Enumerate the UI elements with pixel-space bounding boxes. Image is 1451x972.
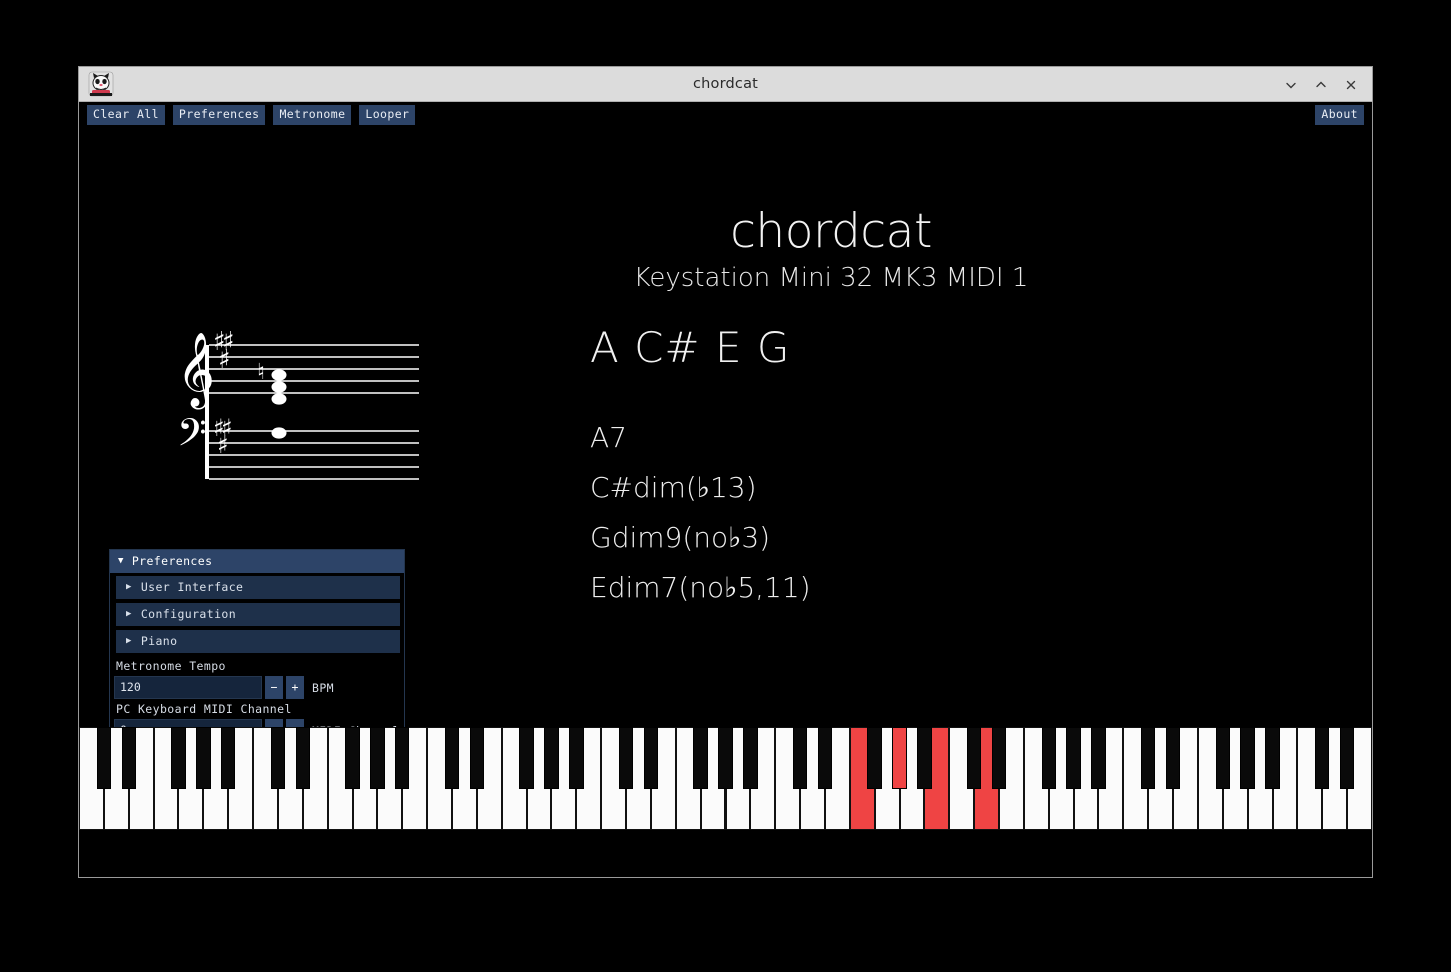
piano-black-key[interactable] bbox=[1141, 727, 1156, 789]
key-signature-bass: ♯ ♯ ♯ bbox=[213, 414, 233, 459]
piano-black-key[interactable] bbox=[1265, 727, 1280, 789]
section-piano[interactable]: ▶ Piano bbox=[116, 630, 400, 653]
chord-name: C#dim(♭13) bbox=[590, 471, 757, 504]
maximize-icon[interactable] bbox=[1306, 67, 1336, 102]
piano-black-key[interactable] bbox=[743, 727, 758, 789]
midi-channel-label: PC Keyboard MIDI Channel bbox=[116, 702, 292, 716]
piano-black-key[interactable] bbox=[96, 727, 112, 789]
looper-button[interactable]: Looper bbox=[359, 104, 416, 126]
piano-black-key[interactable] bbox=[171, 727, 186, 789]
treble-staff-lines bbox=[209, 344, 419, 394]
metronome-tempo-label: Metronome Tempo bbox=[116, 659, 226, 673]
piano-black-key[interactable] bbox=[718, 727, 733, 789]
piano-black-key[interactable] bbox=[991, 727, 1007, 789]
chord-name: Edim7(no♭5,11) bbox=[590, 571, 811, 604]
midi-device-name: Keystation Mini 32 MK3 MIDI 1 bbox=[633, 263, 1029, 293]
chord-name-list: A7 C#dim(♭13) Gdim9(no♭3) Edim7(no♭5,11) bbox=[590, 413, 1090, 613]
section-label: Configuration bbox=[140, 607, 237, 621]
about-button[interactable]: About bbox=[1315, 104, 1364, 126]
piano-black-key[interactable] bbox=[917, 727, 932, 789]
note-head bbox=[271, 369, 287, 381]
close-icon[interactable] bbox=[1336, 67, 1366, 102]
window-title: chordcat bbox=[692, 76, 759, 92]
piano-black-key[interactable] bbox=[1091, 727, 1106, 789]
preferences-button[interactable]: Preferences bbox=[172, 104, 266, 126]
treble-clef-icon: 𝄞 bbox=[177, 333, 215, 410]
metronome-tempo-decrement[interactable]: − bbox=[265, 676, 283, 699]
piano-black-key[interactable] bbox=[817, 727, 833, 789]
piano-black-key[interactable] bbox=[196, 727, 211, 789]
piano-black-key[interactable] bbox=[1215, 727, 1231, 789]
metronome-tempo-row: − + BPM bbox=[114, 676, 400, 699]
piano-black-key[interactable] bbox=[693, 727, 708, 789]
music-staff: 𝄞 𝄢 ♯ ♯ ♯ ♯ ♯ ♯ ♮ bbox=[169, 323, 469, 513]
app-logo-text: chordcat bbox=[730, 204, 932, 259]
section-user-interface[interactable]: ▶ User Interface bbox=[116, 576, 400, 599]
piano-black-key[interactable] bbox=[1041, 727, 1056, 789]
natural-accidental-icon: ♮ bbox=[257, 360, 265, 385]
chevron-right-icon: ▶ bbox=[126, 581, 132, 592]
svg-text:♯: ♯ bbox=[218, 345, 231, 375]
chevron-right-icon: ▶ bbox=[126, 608, 132, 619]
chord-name: Gdim9(no♭3) bbox=[590, 521, 771, 554]
piano-black-key[interactable] bbox=[544, 727, 559, 789]
piano-keyboard[interactable] bbox=[79, 727, 1372, 830]
detected-notes: A C# E G bbox=[590, 323, 791, 372]
piano-black-key[interactable] bbox=[867, 727, 882, 789]
preferences-panel-header[interactable]: ▼ Preferences bbox=[110, 550, 404, 573]
piano-black-key[interactable] bbox=[121, 727, 136, 789]
app-window: chordcat Clear All Preferences Metronome… bbox=[78, 66, 1373, 878]
preferences-panel-title: Preferences bbox=[131, 554, 213, 568]
piano-black-key[interactable] bbox=[220, 727, 236, 789]
piano-black-key[interactable] bbox=[569, 727, 584, 789]
key-signature-treble: ♯ ♯ ♯ bbox=[213, 327, 235, 375]
piano-black-key[interactable] bbox=[345, 727, 360, 789]
piano-black-key[interactable] bbox=[370, 727, 385, 789]
window-controls bbox=[1276, 67, 1366, 102]
metronome-tempo-unit: BPM bbox=[312, 680, 334, 695]
piano-black-key[interactable] bbox=[1066, 727, 1081, 789]
chord-name: A7 bbox=[590, 421, 627, 454]
piano-black-key[interactable] bbox=[1165, 727, 1181, 789]
piano-black-key[interactable] bbox=[966, 727, 982, 789]
chevron-down-icon: ▼ bbox=[118, 555, 124, 566]
clear-all-button[interactable]: Clear All bbox=[87, 104, 165, 126]
piano-black-key[interactable] bbox=[1315, 727, 1330, 789]
bass-clef-icon: 𝄢 bbox=[177, 410, 207, 464]
metronome-button[interactable]: Metronome bbox=[273, 104, 352, 126]
piano-black-key[interactable] bbox=[444, 727, 460, 789]
toolbar: Clear All Preferences Metronome Looper A… bbox=[79, 102, 1372, 128]
note-head bbox=[271, 393, 287, 405]
section-configuration[interactable]: ▶ Configuration bbox=[116, 603, 400, 626]
svg-text:♯: ♯ bbox=[217, 431, 229, 459]
minimize-icon[interactable] bbox=[1276, 67, 1306, 102]
metronome-tempo-increment[interactable]: + bbox=[286, 676, 304, 699]
piano-black-key[interactable] bbox=[643, 727, 659, 789]
piano-black-key[interactable] bbox=[1240, 727, 1255, 789]
title-bar: chordcat bbox=[79, 67, 1372, 102]
piano-black-key[interactable] bbox=[270, 727, 286, 789]
cat-app-icon bbox=[88, 71, 114, 97]
piano-black-key[interactable] bbox=[892, 727, 907, 789]
piano-black-key[interactable] bbox=[295, 727, 310, 789]
note-head bbox=[271, 427, 287, 439]
section-label: Piano bbox=[140, 634, 178, 648]
piano-black-key[interactable] bbox=[792, 727, 808, 789]
main-content: chordcat Keystation Mini 32 MK3 MIDI 1 A… bbox=[79, 128, 1372, 830]
piano-black-key[interactable] bbox=[618, 727, 634, 789]
piano-black-key[interactable] bbox=[395, 727, 410, 789]
metronome-tempo-input[interactable] bbox=[114, 676, 262, 699]
piano-black-key[interactable] bbox=[1339, 727, 1355, 789]
note-head bbox=[271, 381, 287, 393]
bass-staff-lines bbox=[209, 430, 419, 480]
piano-black-key[interactable] bbox=[469, 727, 485, 789]
chevron-right-icon: ▶ bbox=[126, 635, 132, 646]
header-block: chordcat Keystation Mini 32 MK3 MIDI 1 bbox=[511, 208, 1151, 291]
piano-black-key[interactable] bbox=[519, 727, 534, 789]
section-label: User Interface bbox=[140, 580, 244, 594]
